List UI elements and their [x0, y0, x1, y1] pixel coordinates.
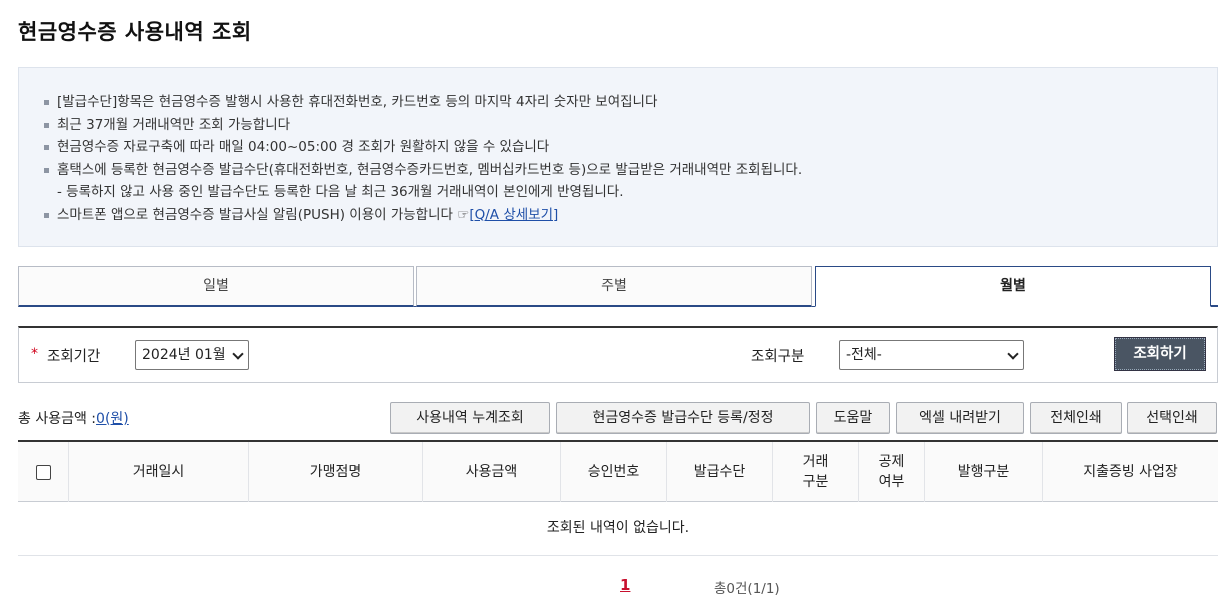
- help-button[interactable]: 도움말: [816, 402, 890, 434]
- col-deduction: 공제 여부: [858, 442, 924, 502]
- search-button[interactable]: 조회하기: [1115, 338, 1205, 370]
- register-payment-button[interactable]: 현금영수증 발급수단 등록/정정: [556, 402, 810, 434]
- pointing-hand-icon: ☞: [457, 206, 470, 223]
- type-label: 조회구분: [751, 349, 805, 365]
- notice-sub-item: - 등록하지 않고 사용 중인 발급수단도 등록한 다음 날 최근 36개월 거…: [57, 184, 624, 200]
- select-all-checkbox[interactable]: [35, 464, 51, 480]
- col-merchant: 가맹점명: [248, 442, 422, 502]
- chevron-down-icon: [232, 348, 244, 360]
- notice-item-push: 스마트폰 앱으로 현금영수증 발급사실 알림(PUSH) 이용이 가능합니다 ☞…: [43, 204, 1217, 227]
- qa-detail-link[interactable]: [Q/A 상세보기]: [469, 207, 558, 223]
- notice-item: 홈택스에 등록한 현금영수증 발급수단(휴대전화번호, 현금영수증카드번호, 멤…: [43, 159, 1217, 182]
- page-title: 현금영수증 사용내역 조회: [18, 20, 252, 44]
- period-label: 조회기간: [47, 349, 101, 365]
- search-panel: * 조회기간 2024년 01월 조회구분 -전체- 조회하기: [18, 326, 1218, 383]
- total-label: 총 사용금액 :: [18, 411, 97, 427]
- type-select-value: -전체-: [846, 347, 882, 363]
- tab-weekly[interactable]: 주별: [416, 266, 812, 307]
- period-select[interactable]: 2024년 01월: [135, 340, 249, 370]
- cumulative-button[interactable]: 사용내역 누계조회: [390, 402, 550, 434]
- notice-item: 최근 37개월 거래내역만 조회 가능합니다: [43, 114, 1217, 137]
- type-select[interactable]: -전체-: [839, 340, 1024, 370]
- col-business-place: 지출증빙 사업장: [1042, 442, 1218, 502]
- notice-item: [발급수단]항목은 현금영수증 발행시 사용한 휴대전화번호, 카드번호 등의 …: [43, 91, 1217, 114]
- total-amount: 총 사용금액 :0(원): [18, 408, 129, 428]
- required-mark: *: [31, 346, 38, 362]
- results-table: 거래일시 가맹점명 사용금액 승인번호 발급수단 거래 구분 공제 여부 발행구…: [18, 440, 1218, 556]
- empty-message: 조회된 내역이 없습니다.: [18, 502, 1218, 556]
- col-approval-number: 승인번호: [560, 442, 666, 502]
- col-transaction-type: 거래 구분: [772, 442, 858, 502]
- print-selected-button[interactable]: 선택인쇄: [1127, 402, 1217, 434]
- print-all-button[interactable]: 전체인쇄: [1030, 402, 1122, 434]
- col-issue-type: 발행구분: [924, 442, 1042, 502]
- col-transaction-date: 거래일시: [68, 442, 248, 502]
- tab-daily[interactable]: 일별: [18, 266, 414, 307]
- period-tabs: 일별 주별 월별: [18, 266, 1218, 307]
- notice-item: 현금영수증 자료구축에 따라 매일 04:00~05:00 경 조회가 원활하지…: [43, 136, 1217, 159]
- excel-download-button[interactable]: 엑셀 내려받기: [896, 402, 1024, 434]
- table-header: 거래일시 가맹점명 사용금액 승인번호 발급수단 거래 구분 공제 여부 발행구…: [18, 440, 1218, 502]
- page-count: 총0건(1/1): [714, 581, 780, 597]
- chevron-down-icon: [1007, 348, 1019, 360]
- notice-list: [발급수단]항목은 현금영수증 발행시 사용한 휴대전화번호, 카드번호 등의 …: [43, 91, 1217, 226]
- col-payment-method: 발급수단: [666, 442, 772, 502]
- page-number-current[interactable]: 1: [620, 576, 630, 594]
- tab-monthly[interactable]: 월별: [815, 266, 1211, 307]
- total-amount-value[interactable]: 0(원): [96, 411, 129, 427]
- tab-underline: [1211, 305, 1218, 307]
- push-text: 스마트폰 앱으로 현금영수증 발급사실 알림(PUSH) 이용이 가능합니다: [57, 206, 453, 223]
- period-select-value: 2024년 01월: [142, 347, 226, 363]
- col-amount: 사용금액: [422, 442, 560, 502]
- notice-box: [발급수단]항목은 현금영수증 발행시 사용한 휴대전화번호, 카드번호 등의 …: [18, 67, 1218, 247]
- header-checkbox-cell: [18, 442, 68, 502]
